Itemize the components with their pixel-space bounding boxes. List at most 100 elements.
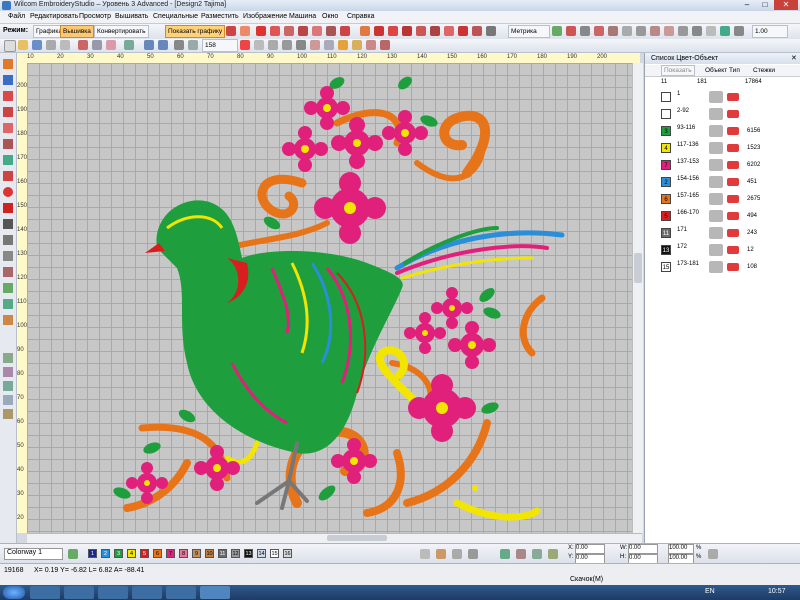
zoom-input[interactable]: 158 xyxy=(202,39,238,52)
stitch-length-input[interactable]: 1.00 xyxy=(752,25,788,38)
tool-icon[interactable] xyxy=(430,26,440,36)
taskbar-app-icon[interactable] xyxy=(98,586,128,599)
tool-icon[interactable] xyxy=(282,40,292,50)
undo-icon[interactable] xyxy=(144,40,154,50)
color-object-row[interactable]: 13 172 12 xyxy=(645,242,800,258)
taskbar-app-icon[interactable] xyxy=(132,586,162,599)
color-chip[interactable] xyxy=(661,92,671,102)
color-object-row[interactable]: 15 173-181 108 xyxy=(645,259,800,275)
tool-icon[interactable] xyxy=(388,26,398,36)
tool-icon[interactable] xyxy=(3,367,13,377)
tool-icon[interactable] xyxy=(3,171,13,181)
color-chip[interactable] xyxy=(661,109,671,119)
tool-icon[interactable] xyxy=(594,26,604,36)
arc-icon[interactable] xyxy=(3,203,13,213)
tool-icon[interactable] xyxy=(240,40,250,50)
menu-file[interactable]: Файл xyxy=(8,13,25,20)
tool-icon[interactable] xyxy=(268,40,278,50)
x-input[interactable]: 0.00 xyxy=(575,544,605,554)
stitch-type-icon[interactable] xyxy=(340,26,350,36)
color-chip[interactable]: 4 xyxy=(661,143,671,153)
tool-icon[interactable] xyxy=(664,26,674,36)
stitch-type-icon[interactable] xyxy=(298,26,308,36)
tool-icon[interactable] xyxy=(3,91,13,101)
tool-icon[interactable] xyxy=(3,139,13,149)
color-swatch[interactable]: 2 xyxy=(101,549,110,558)
print-icon[interactable] xyxy=(46,40,56,50)
color-swatch[interactable]: 11 xyxy=(218,549,227,558)
tool-icon[interactable] xyxy=(458,26,468,36)
tool-icon[interactable] xyxy=(416,26,426,36)
color-chip[interactable]: 5 xyxy=(661,211,671,221)
color-swatch[interactable]: 12 xyxy=(231,549,240,558)
tool-icon[interactable] xyxy=(548,549,558,559)
tool-icon[interactable] xyxy=(3,395,13,405)
color-swatch[interactable]: 16 xyxy=(283,549,292,558)
tool-icon[interactable] xyxy=(608,26,618,36)
text-icon[interactable] xyxy=(3,235,13,245)
color-object-row[interactable]: 2 154-156 451 xyxy=(645,174,800,190)
select-arrow-icon[interactable] xyxy=(3,59,13,69)
color-object-row[interactable]: 4 117-136 1523 xyxy=(645,140,800,156)
text-icon[interactable] xyxy=(3,219,13,229)
tool-icon[interactable] xyxy=(472,26,482,36)
tool-icon[interactable] xyxy=(706,26,716,36)
start-button[interactable] xyxy=(3,586,25,599)
color-swatch[interactable]: 14 xyxy=(257,549,266,558)
stitch-type-icon[interactable] xyxy=(270,26,280,36)
col-object[interactable]: Объект xyxy=(705,67,727,74)
embroidery-design[interactable] xyxy=(27,63,632,533)
zoom-in-icon[interactable] xyxy=(188,40,198,50)
tool-icon[interactable] xyxy=(3,409,13,419)
cut-icon[interactable] xyxy=(78,40,88,50)
color-swatch[interactable]: 10 xyxy=(205,549,214,558)
paste-icon[interactable] xyxy=(106,40,116,50)
color-swatch[interactable]: 15 xyxy=(270,549,279,558)
new-file-icon[interactable] xyxy=(4,40,16,52)
tool-icon[interactable] xyxy=(60,40,70,50)
color-chip[interactable]: 11 xyxy=(661,228,671,238)
tool-icon[interactable] xyxy=(622,26,632,36)
color-object-row[interactable]: 3 93-116 6156 xyxy=(645,123,800,139)
tool-icon[interactable] xyxy=(436,549,446,559)
stitch-type-icon[interactable] xyxy=(284,26,294,36)
grid-icon[interactable] xyxy=(254,40,264,50)
menu-help[interactable]: Справка xyxy=(347,13,374,20)
color-chip[interactable]: 6 xyxy=(661,194,671,204)
menu-edit[interactable]: Редактировать xyxy=(30,13,78,20)
tool-icon[interactable] xyxy=(3,381,13,391)
col-stitches[interactable]: Стежки xyxy=(753,67,775,74)
menu-view[interactable]: Просмотр xyxy=(79,13,111,20)
menu-machine[interactable]: Машина xyxy=(289,13,316,20)
tool-icon[interactable] xyxy=(566,26,576,36)
menu-embroider[interactable]: Вышивать xyxy=(115,13,148,20)
tool-icon[interactable] xyxy=(3,267,13,277)
tool-icon[interactable] xyxy=(420,549,430,559)
tool-icon[interactable] xyxy=(296,40,306,50)
color-swatch[interactable]: 8 xyxy=(179,549,188,558)
tool-icon[interactable] xyxy=(3,283,13,293)
copy-icon[interactable] xyxy=(92,40,102,50)
stitch-type-icon[interactable] xyxy=(312,26,322,36)
tool-icon[interactable] xyxy=(580,26,590,36)
color-object-row[interactable]: 2-92 xyxy=(645,106,800,122)
tool-icon[interactable] xyxy=(532,549,542,559)
color-object-row[interactable]: 5 166-170 494 xyxy=(645,208,800,224)
language-indicator[interactable]: EN xyxy=(705,588,715,595)
tool-icon[interactable] xyxy=(402,26,412,36)
col-type[interactable]: Тип xyxy=(729,67,740,74)
tool-icon[interactable] xyxy=(3,107,13,117)
redo-icon[interactable] xyxy=(158,40,168,50)
tool-icon[interactable] xyxy=(226,26,236,36)
color-swatch[interactable]: 7 xyxy=(166,549,175,558)
design-canvas[interactable] xyxy=(27,63,632,533)
maximize-button[interactable]: □ xyxy=(756,0,774,10)
tool-icon[interactable] xyxy=(636,26,646,36)
tool-icon[interactable] xyxy=(650,26,660,36)
tool-icon[interactable] xyxy=(124,40,134,50)
tool-icon[interactable] xyxy=(240,26,250,36)
color-chip[interactable]: 3 xyxy=(661,126,671,136)
stitch-type-icon[interactable] xyxy=(256,26,266,36)
stitch-type-icon[interactable] xyxy=(326,26,336,36)
color-swatch[interactable]: 5 xyxy=(140,549,149,558)
